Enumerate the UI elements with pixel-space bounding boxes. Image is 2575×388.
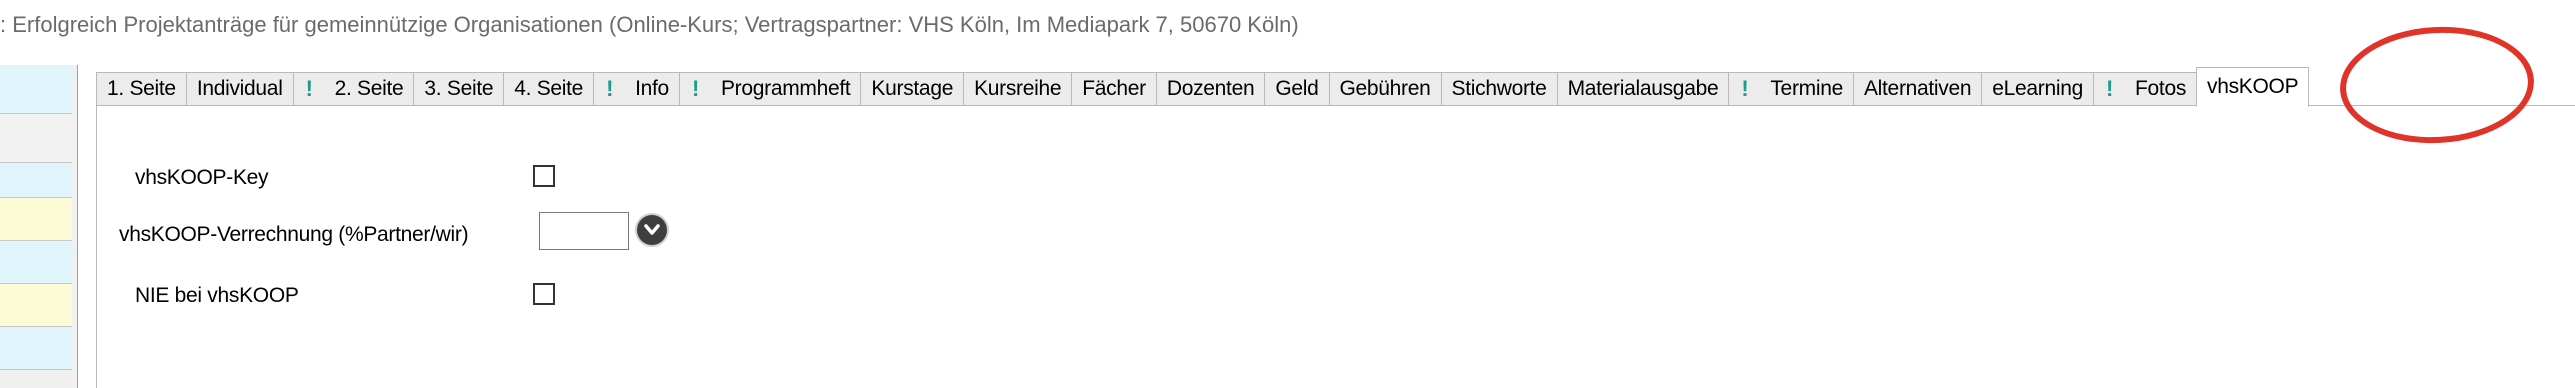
tab-fotos[interactable]: ! Fotos (2092, 72, 2197, 106)
tab-3-seite[interactable]: 3. Seite (413, 72, 504, 106)
tab-kurstage[interactable]: Kurstage (860, 72, 964, 106)
tab-label: Stichworte (1451, 77, 1547, 100)
tab-dozenten[interactable]: Dozenten (1155, 72, 1265, 106)
tab-geld[interactable]: Geld (1264, 72, 1329, 106)
tab-materialausgabe[interactable]: Materialausgabe (1556, 72, 1729, 106)
left-row[interactable] (0, 198, 72, 241)
tab-label: Programmheft (720, 77, 851, 100)
vhskoop-key-label: vhsKOOP-Key (135, 166, 269, 189)
left-row[interactable] (0, 327, 72, 370)
exclamation-icon: ! (691, 76, 699, 101)
left-row[interactable] (0, 114, 72, 163)
tab-programmheft[interactable]: ! Programmheft (678, 72, 861, 106)
tab-vhskoop[interactable]: vhsKOOP (2196, 67, 2310, 107)
vhskoop-verrechnung-input[interactable] (539, 212, 629, 250)
tab-kursreihe[interactable]: Kursreihe (963, 72, 1072, 106)
tab-label: Dozenten (1166, 77, 1255, 100)
tab-label: Individual (196, 77, 283, 100)
left-row[interactable] (0, 65, 72, 114)
exclamation-icon: ! (606, 76, 614, 101)
tab-label: eLearning (1992, 77, 2083, 100)
tab-label: Materialausgabe (1567, 77, 1719, 100)
window-title: : Erfolgreich Projektanträge für gemeinn… (0, 12, 1299, 37)
tab-fächer[interactable]: Fächer (1071, 72, 1156, 106)
tab-label: Fächer (1082, 77, 1146, 100)
left-row[interactable] (0, 241, 72, 284)
left-record-list[interactable] (0, 65, 78, 388)
app-window: : Erfolgreich Projektanträge für gemeinn… (0, 0, 2575, 388)
tab-label: 1. Seite (107, 77, 176, 100)
left-row[interactable] (0, 284, 72, 327)
tab-label: Geld (1275, 77, 1319, 100)
vhskoop-verrechnung-label: vhsKOOP-Verrechnung (%Partner/wir) (119, 223, 469, 246)
tab-label: vhsKOOP (2207, 75, 2299, 98)
tab-termine[interactable]: ! Termine (1728, 72, 1853, 106)
tab-label: Termine (1770, 77, 1843, 100)
tab-alternativen[interactable]: Alternativen (1852, 72, 1982, 106)
tab-label: Alternativen (1863, 77, 1972, 100)
tab-panel-vhskoop: vhsKOOP-Key vhsKOOP-Verrechnung (%Partne… (96, 105, 2575, 388)
tab-1-seite[interactable]: 1. Seite (96, 72, 186, 106)
tab-label: Kurstage (871, 77, 954, 100)
left-row[interactable] (0, 163, 72, 198)
tab-label: 2. Seite (334, 77, 404, 100)
tab-stichworte[interactable]: Stichworte (1440, 72, 1557, 106)
verrechnung-dropdown-button[interactable] (637, 215, 667, 245)
tab-4-seite[interactable]: 4. Seite (503, 72, 594, 106)
chevron-down-icon (644, 224, 660, 235)
tab-info[interactable]: ! Info (593, 72, 679, 106)
nie-bei-vhskoop-checkbox[interactable] (533, 283, 555, 305)
tab-strip: 1. Seite Individual! 2. Seite 3. Seite 4. Se… (96, 67, 2310, 107)
tab-label: Info (635, 77, 669, 100)
tab-label: Fotos (2135, 77, 2187, 100)
tab-individual[interactable]: Individual (185, 72, 293, 106)
tab-label: 3. Seite (424, 77, 494, 100)
exclamation-icon: ! (305, 76, 313, 101)
tab-gebühren[interactable]: Gebühren (1328, 72, 1441, 106)
tab-2-seite[interactable]: ! 2. Seite (292, 72, 414, 106)
nie-bei-vhskoop-label: NIE bei vhsKOOP (135, 284, 299, 307)
tab-label: Gebühren (1339, 77, 1431, 100)
exclamation-icon: ! (2105, 76, 2113, 101)
exclamation-icon: ! (1741, 76, 1749, 101)
tab-elearning[interactable]: eLearning (1981, 72, 2093, 106)
tab-label: Kursreihe (974, 77, 1062, 100)
tab-label: 4. Seite (514, 77, 584, 100)
vhskoop-key-checkbox[interactable] (533, 165, 555, 187)
